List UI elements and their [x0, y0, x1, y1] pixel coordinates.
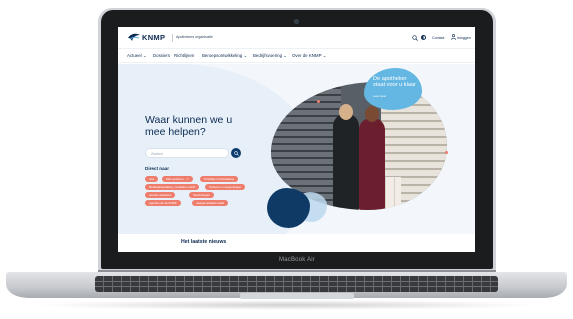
- chip-tarieflijst[interactable]: Tarieflijst in behandeling: [200, 176, 238, 182]
- tagline: Apothekers organisatie: [176, 35, 213, 39]
- chip-agenda[interactable]: Agenda van de KNMP: [145, 200, 181, 206]
- keyboard-row-divider: [95, 281, 498, 282]
- direct-naar-label: Direct naar: [145, 166, 170, 171]
- chip-medicatiebewaking[interactable]: Medicatiebewaking, modulaire inzicht: [145, 184, 200, 190]
- browser-screen: KNMP Apothekers organisatie Contact Inlo…: [118, 27, 475, 252]
- decorative-dot: [445, 151, 448, 154]
- search-icon: [233, 150, 239, 156]
- site-header: KNMP Apothekers organisatie Contact Inlo…: [118, 27, 475, 49]
- nav-item-actueel[interactable]: Actueel ⌄: [127, 53, 147, 59]
- laptop-shadow: [30, 300, 543, 310]
- knmp-logo-icon[interactable]: [127, 32, 141, 43]
- camera-icon: [294, 19, 299, 24]
- contact-link[interactable]: Contact: [432, 36, 444, 40]
- hero-section: Waar kunnen we u mee helpen? Zoeken Dire…: [118, 64, 475, 234]
- chip-vacatures[interactable]: Actuele vacatures: [145, 192, 176, 198]
- chip-toolkit[interactable]: Jaargemiddelde toolkit: [192, 200, 228, 206]
- nav-item-over-de-knmp[interactable]: Over de KNMP ⌄: [292, 53, 326, 59]
- callout-blob[interactable]: [364, 68, 422, 110]
- laptop: KNMP Apothekers organisatie Contact Inlo…: [0, 0, 573, 319]
- nav-item-beroepsontwikkeling[interactable]: Beroepsontwikkeling ⌄: [202, 53, 247, 59]
- search-input[interactable]: Zoeken: [145, 148, 229, 158]
- search-icon[interactable]: [412, 35, 418, 41]
- chip-wat-verdient[interactable]: Wat verdient u ...?: [162, 176, 193, 182]
- decorative-blob-dark: [267, 188, 310, 228]
- photo-person-left: [333, 114, 359, 210]
- nav-item-dossiers[interactable]: Dossiers: [153, 53, 170, 58]
- contrast-toggle-icon[interactable]: [421, 35, 426, 40]
- hero-title: Waar kunnen we u mee helpen?: [145, 114, 233, 138]
- photo-person-right: [359, 118, 385, 210]
- main-nav: Actueel ⌄ Dossiers Richtlijnen Beroepson…: [118, 49, 475, 63]
- search-placeholder: Zoeken: [151, 151, 163, 156]
- news-section-title: Het laatste nieuws: [181, 239, 227, 245]
- laptop-brand-label: MacBook Air: [279, 257, 315, 263]
- chip-tarieven[interactable]: Tarieven en vergoedingen: [205, 184, 246, 190]
- laptop-trackpad: [240, 293, 354, 299]
- nav-item-richtlijnen[interactable]: Richtlijnen: [174, 53, 194, 58]
- callout-link[interactable]: Lees meer: [373, 94, 386, 98]
- keyboard-row-divider: [95, 286, 498, 287]
- logo-text[interactable]: KNMP: [142, 33, 165, 42]
- photo-head-left: [339, 104, 353, 120]
- chip-nascholingen[interactable]: Nascholingen: [189, 192, 214, 198]
- login-link[interactable]: Inloggen: [457, 36, 471, 40]
- laptop-keyboard: [95, 276, 498, 292]
- logo-divider: [172, 34, 173, 42]
- user-icon[interactable]: [451, 34, 456, 40]
- chip-cao[interactable]: Cao: [145, 176, 159, 182]
- photo-head-right: [365, 106, 379, 122]
- decorative-dot: [317, 100, 320, 103]
- nav-item-bedrijfsvoering[interactable]: Bedrijfsvoering ⌄: [253, 53, 287, 59]
- search-button[interactable]: [231, 148, 241, 158]
- callout-text[interactable]: De apotheker staat voor u klaar: [373, 76, 419, 89]
